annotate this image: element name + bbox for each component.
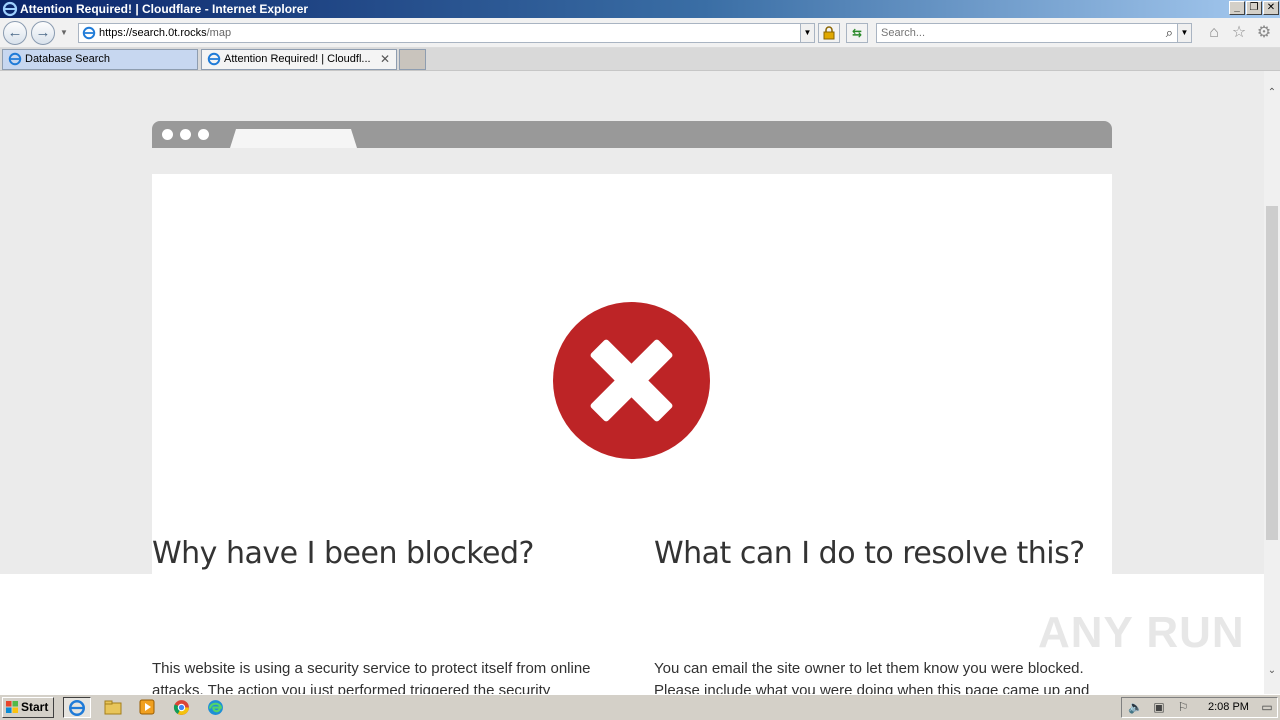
minimize-button[interactable]: _ [1229,1,1245,15]
close-window-button[interactable]: ✕ [1263,1,1279,15]
tab-label: Database Search [25,53,110,65]
lock-icon[interactable] [818,23,840,43]
show-desktop-icon[interactable]: ▭ [1260,700,1274,714]
search-icon[interactable]: ⌕ [1166,24,1173,42]
refresh-icon[interactable]: ⇆ [846,23,868,43]
window-title: Attention Required! | Cloudflare - Inter… [20,2,309,16]
error-x-icon [552,301,711,460]
why-blocked-heading: Why have I been blocked? [152,536,534,571]
page-content: Why have I been blocked? What can I do t… [0,71,1264,694]
settings-gear-icon[interactable]: ⚙ [1254,23,1274,43]
search-dropdown-icon[interactable]: ▼ [1177,24,1191,42]
vertical-scrollbar[interactable]: ⌃ ⌄ [1264,71,1280,694]
start-label: Start [21,700,49,714]
scroll-up-icon[interactable]: ⌃ [1264,85,1280,101]
url-path: /map [206,27,232,39]
windows-flag-icon [6,701,18,713]
clock[interactable]: 2:08 PM [1208,698,1249,717]
navigation-bar: ← → ▼ https://search.0t.rocks/map ▼ ⇆ ⌕ … [0,18,1280,48]
tab-attention-required[interactable]: Attention Required! | Cloudfl... ✕ [201,49,397,70]
taskbar-file-explorer-icon[interactable] [99,697,127,718]
close-tab-icon[interactable]: ✕ [380,50,390,69]
taskbar-chrome-icon[interactable] [167,697,195,718]
window-dot [180,129,191,140]
back-button[interactable]: ← [3,21,27,45]
restore-button[interactable]: ❐ [1246,1,1262,15]
tab-ie-icon [8,52,22,66]
why-blocked-text: This website is using a security service… [152,660,591,694]
new-tab-button[interactable] [399,49,426,70]
scroll-down-icon[interactable]: ⌄ [1264,663,1280,679]
anyrun-watermark: ANY RUN [1038,608,1245,657]
action-center-flag-icon[interactable]: ⚐ [1176,700,1190,714]
address-dropdown-icon[interactable]: ▼ [800,24,814,42]
taskbar-internet-explorer-icon[interactable] [63,697,91,718]
tab-database-search[interactable]: Database Search [2,49,198,70]
history-dropdown-icon[interactable]: ▼ [60,28,68,37]
network-icon[interactable]: ▣ [1152,700,1166,714]
window-title-bar: Attention Required! | Cloudflare - Inter… [0,0,1280,18]
window-dot [198,129,209,140]
tab-label: Attention Required! | Cloudfl... [224,53,371,65]
favorites-star-icon[interactable]: ☆ [1229,23,1249,43]
start-button[interactable]: Start [2,697,54,718]
search-input[interactable] [881,25,1151,41]
search-box[interactable]: ⌕ ▼ [876,23,1192,43]
internet-explorer-icon [2,1,18,17]
window-dot [162,129,173,140]
forward-button[interactable]: → [31,21,55,45]
url-host: https://search.0t.rocks [99,27,207,39]
tab-ie-icon [207,52,221,66]
taskbar-media-player-icon[interactable] [133,697,161,718]
resolve-heading: What can I do to resolve this? [654,536,1085,571]
taskbar-edge-icon[interactable] [201,697,229,718]
home-icon[interactable]: ⌂ [1204,23,1224,43]
address-bar[interactable]: https://search.0t.rocks/map ▼ [78,23,815,43]
resolve-text: You can email the site owner to let them… [654,660,1090,694]
site-ie-icon [82,26,96,40]
tab-strip: Database Search Attention Required! | Cl… [0,48,1280,71]
system-tray: 🔈 ▣ ⚐ 2:08 PM ▭ [1121,697,1278,718]
volume-icon[interactable]: 🔈 [1128,700,1143,714]
scroll-thumb[interactable] [1266,206,1278,540]
taskbar: Start 🔈 ▣ ⚐ 2:08 PM ▭ [0,694,1280,720]
browser-illustration-tab [230,129,357,148]
browser-illustration-body [152,174,1112,574]
